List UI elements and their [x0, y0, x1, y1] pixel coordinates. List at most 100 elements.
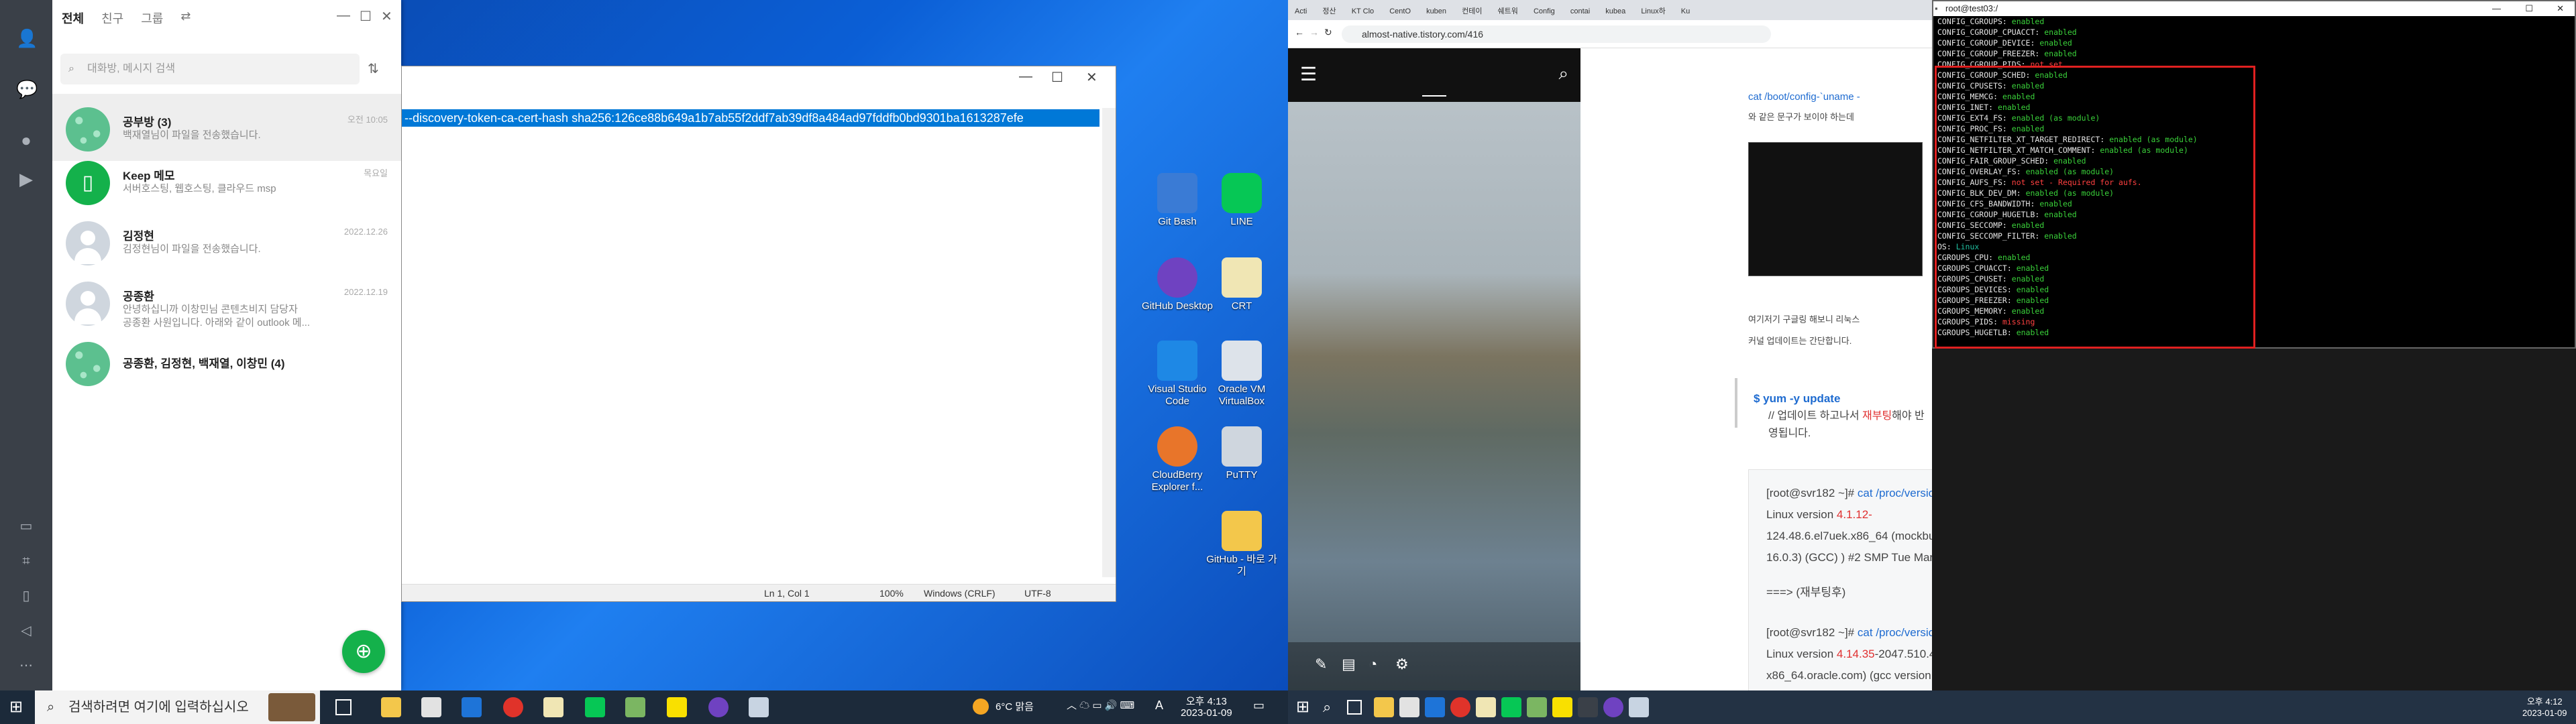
- start-icon[interactable]: ⊞: [9, 697, 23, 717]
- minimize-icon[interactable]: —: [2492, 1, 2501, 16]
- tab-settings[interactable]: ⇄: [180, 9, 191, 29]
- browser-tab[interactable]: Config: [1527, 2, 1562, 15]
- more-icon[interactable]: ⋯: [16, 656, 36, 676]
- desktop-icon[interactable]: GitHub Desktop: [1140, 257, 1214, 312]
- code-line: [root@svr182 ~]# cat /proc/version: [1766, 626, 1932, 639]
- new-chat-button[interactable]: ⊕: [342, 630, 385, 673]
- chat-time: 목요일: [364, 168, 388, 178]
- ime-indicator[interactable]: A: [1155, 699, 1163, 711]
- chat-item[interactable]: ▯ Keep 메모 서버호스팅, 웹호스팅, 클라우드 msp 목요일: [52, 147, 401, 215]
- chrome-icon[interactable]: [503, 697, 523, 717]
- notification-icon[interactable]: ▭: [1253, 699, 1265, 711]
- crt-taskbar-icon[interactable]: [543, 697, 564, 717]
- desktop-icon[interactable]: LINE: [1205, 173, 1279, 228]
- browser-tab[interactable]: Acti: [1288, 2, 1313, 15]
- browser-tab[interactable]: Linux하: [1634, 0, 1672, 16]
- tray-icons[interactable]: ︿ ☁ ▭ 🔊 ⌨: [1067, 700, 1134, 711]
- desktop-icon[interactable]: Git Bash: [1140, 173, 1214, 228]
- crop-icon[interactable]: ⌗: [16, 551, 36, 571]
- mute-icon[interactable]: ◁: [16, 621, 36, 641]
- chat-item[interactable]: 김정현 김정현님이 파일을 전송했습니다. 2022.12.26: [52, 208, 401, 275]
- minimize-icon[interactable]: —: [1019, 69, 1032, 84]
- friends-icon[interactable]: 👤: [16, 28, 38, 48]
- chat-item[interactable]: 공종환, 김정현, 백재열, 이창민 (4): [52, 328, 401, 396]
- calendar-icon[interactable]: ▭: [16, 516, 36, 536]
- browser-tab[interactable]: 컨테이: [1455, 0, 1489, 16]
- taskview-icon[interactable]: [1347, 700, 1362, 715]
- url-input[interactable]: almost-native.tistory.com/416: [1342, 25, 1771, 43]
- blog-footer-icons: ✎ ▤ ◔ ⚙: [1288, 642, 1580, 690]
- rss-icon[interactable]: ◔: [1368, 656, 1377, 673]
- desktop-icon[interactable]: GitHub - 바로 가기: [1205, 511, 1279, 578]
- kakaotalk-icon[interactable]: [1552, 697, 1572, 717]
- search-icon[interactable]: ⌕: [1558, 63, 1568, 84]
- kakaotalk-icon[interactable]: [667, 697, 687, 717]
- weather-text[interactable]: 6°C 맑음: [996, 701, 1034, 713]
- line-taskbar-icon[interactable]: [585, 697, 605, 717]
- vertical-scrollbar[interactable]: [1102, 108, 1116, 577]
- browser-tab[interactable]: kuben: [1419, 2, 1453, 15]
- file-explorer-icon[interactable]: [381, 697, 401, 717]
- edit-icon[interactable]: ✎: [1315, 656, 1327, 673]
- guestbook-icon[interactable]: ▤: [1342, 656, 1356, 673]
- browser-tab[interactable]: CentO: [1383, 2, 1417, 15]
- maximize-icon[interactable]: ☐: [2525, 1, 2533, 16]
- bookmark-icon[interactable]: ▯: [16, 586, 36, 606]
- forward-icon[interactable]: →: [1309, 27, 1319, 38]
- notepad-icon[interactable]: [1629, 697, 1649, 717]
- chat-search-input[interactable]: ⌕ 대화방, 메시지 검색: [60, 54, 360, 84]
- browser-tab[interactable]: 정산: [1316, 0, 1342, 16]
- desktop-icon[interactable]: CRT: [1205, 257, 1279, 312]
- mail-icon[interactable]: [462, 697, 482, 717]
- reload-icon[interactable]: ↻: [1324, 27, 1332, 38]
- notepad-plus-icon[interactable]: [625, 697, 645, 717]
- mail-icon[interactable]: [1425, 697, 1445, 717]
- start-icon[interactable]: ⊞: [1296, 697, 1309, 717]
- settings-icon[interactable]: ⚙: [1395, 656, 1409, 673]
- avatar: [66, 221, 110, 265]
- clock[interactable]: 오후 4:13 2023-01-09: [1181, 696, 1232, 719]
- close-icon[interactable]: ✕: [1086, 69, 1097, 86]
- browser-tab[interactable]: KT Clo: [1345, 2, 1381, 15]
- menu-icon[interactable]: ☰: [1300, 63, 1317, 85]
- view-icon[interactable]: ▶: [16, 169, 36, 189]
- browser-tab[interactable]: kubea: [1599, 2, 1632, 15]
- line-ending: Windows (CRLF): [924, 588, 996, 599]
- sort-icon[interactable]: ⇅: [368, 60, 379, 77]
- store-icon[interactable]: [1399, 697, 1419, 717]
- github-desktop-taskbar-icon[interactable]: [708, 697, 729, 717]
- file-explorer-icon[interactable]: [1374, 697, 1394, 717]
- tab-friends[interactable]: 친구: [101, 9, 123, 29]
- openchat-icon[interactable]: ●: [16, 130, 36, 150]
- close-icon[interactable]: ✕: [2557, 1, 2564, 16]
- notepad-text[interactable]: --discovery-token-ca-cert-hash sha256:12…: [402, 109, 1099, 127]
- notepad-icon[interactable]: [749, 697, 769, 717]
- tab-all[interactable]: 전체: [62, 9, 84, 29]
- line-taskbar-icon[interactable]: [1501, 697, 1521, 717]
- maximize-icon[interactable]: ☐: [1051, 69, 1063, 86]
- desktop-icon[interactable]: Visual Studio Code: [1140, 341, 1214, 408]
- browser-tab[interactable]: 쉐트워: [1491, 0, 1525, 16]
- tab-groups[interactable]: 그룹: [141, 9, 163, 29]
- search-icon[interactable]: ⌕: [1323, 699, 1331, 716]
- github-desktop-taskbar-icon[interactable]: [1603, 697, 1623, 717]
- minimize-icon[interactable]: —: [337, 8, 350, 23]
- maximize-icon[interactable]: ☐: [360, 8, 372, 25]
- crt-taskbar-icon[interactable]: [1476, 697, 1496, 717]
- taskview-icon[interactable]: [335, 699, 352, 715]
- chats-icon[interactable]: 💬: [16, 79, 38, 99]
- chrome-icon[interactable]: [1450, 697, 1470, 717]
- close-icon[interactable]: ✕: [381, 8, 392, 25]
- browser-tab[interactable]: Ku: [1674, 2, 1697, 15]
- store-icon[interactable]: [421, 697, 441, 717]
- chat-item[interactable]: 공종환 안녕하십니까 이창민님 콘텐츠비지 담당자 공종환 사원입니다. 아래와…: [52, 268, 401, 335]
- desktop-icon[interactable]: CloudBerry Explorer f...: [1140, 426, 1214, 493]
- config-key: CONFIG_CGROUP_FREEZER:: [1937, 49, 2045, 58]
- back-icon[interactable]: ←: [1295, 27, 1304, 38]
- clock[interactable]: 오후 4:12 2023-01-09: [2522, 696, 2567, 719]
- desktop-icon[interactable]: Oracle VM VirtualBox: [1205, 341, 1279, 408]
- desktop-icon[interactable]: PuTTY: [1205, 426, 1279, 481]
- browser-tab[interactable]: contai: [1564, 2, 1597, 15]
- putty-taskbar-icon[interactable]: [1578, 697, 1598, 717]
- notepad-plus-icon[interactable]: [1527, 697, 1547, 717]
